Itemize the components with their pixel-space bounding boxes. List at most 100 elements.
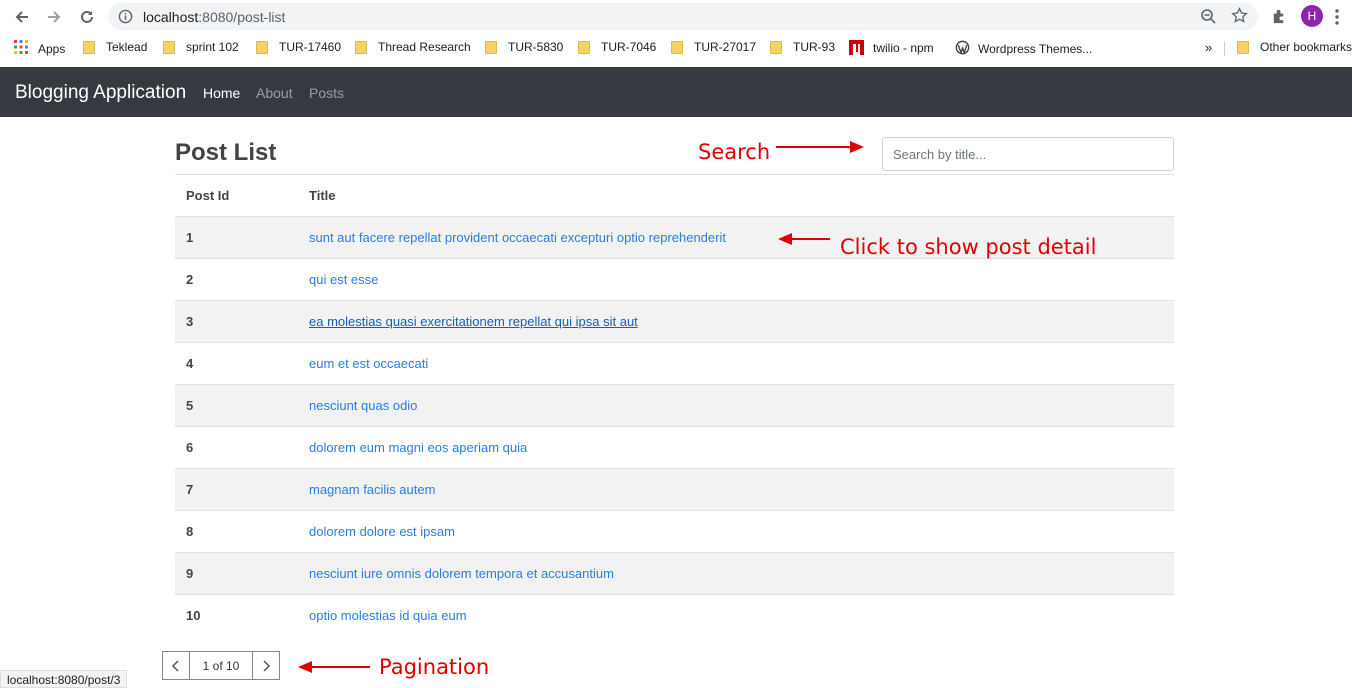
profile-avatar[interactable]: H bbox=[1301, 5, 1323, 27]
post-title-cell: eum et est occaecati bbox=[298, 341, 1174, 384]
post-title-link[interactable]: eum et est occaecati bbox=[309, 356, 428, 371]
bookmark-thread-research[interactable]: Thread Research bbox=[355, 40, 471, 54]
post-title-link[interactable]: magnam facilis autem bbox=[309, 482, 435, 497]
post-title-link[interactable]: qui est esse bbox=[309, 272, 378, 287]
post-id: 2 bbox=[175, 257, 298, 300]
post-id: 6 bbox=[175, 425, 298, 468]
bookmark-tur-27017[interactable]: TUR-27017 bbox=[671, 40, 756, 54]
folder-icon bbox=[83, 40, 95, 54]
table-row: 2 qui est esse bbox=[175, 257, 1174, 300]
bookmark-other[interactable]: Other bookmarks bbox=[1237, 40, 1352, 54]
annotation-arrow-left bbox=[298, 661, 370, 673]
post-id: 1 bbox=[175, 215, 298, 258]
bookmark-tur-7046[interactable]: TUR-7046 bbox=[578, 40, 656, 54]
page-title: Post List bbox=[175, 139, 277, 166]
column-header-id: Post Id bbox=[175, 175, 298, 217]
search-input[interactable] bbox=[882, 137, 1174, 171]
post-title-cell: nesciunt quas odio bbox=[298, 383, 1174, 426]
bookmark-sprint[interactable]: sprint 102 bbox=[163, 40, 239, 54]
divider bbox=[1224, 42, 1225, 56]
post-title-link[interactable]: ea molestias quasi exercitationem repell… bbox=[309, 314, 638, 329]
post-id: 3 bbox=[175, 299, 298, 342]
bookmark-twilio[interactable]: twilio - npm bbox=[849, 40, 934, 55]
post-title-link[interactable]: dolorem eum magni eos aperiam quia bbox=[309, 440, 527, 455]
table-row: 7 magnam facilis autem bbox=[175, 467, 1174, 510]
wordpress-icon bbox=[955, 40, 970, 58]
address-bar[interactable]: localhost:8080/post-list bbox=[108, 3, 1258, 30]
annotation-detail: Click to show post detail bbox=[840, 235, 1097, 259]
table-row: 3 ea molestias quasi exercitationem repel… bbox=[175, 299, 1174, 342]
table-row: 10 optio molestias id quia eum bbox=[175, 593, 1174, 636]
post-title-cell: nesciunt iure omnis dolorem tempora et a… bbox=[298, 551, 1174, 594]
navbar-brand[interactable]: Blogging Application bbox=[15, 82, 186, 104]
status-bar-url: localhost:8080/post/3 bbox=[0, 670, 128, 688]
folder-icon bbox=[256, 40, 268, 54]
bookmark-tur-5830[interactable]: TUR-5830 bbox=[485, 40, 563, 54]
column-header-title: Title bbox=[298, 175, 1174, 217]
table-row: 9 nesciunt iure omnis dolorem tempora et … bbox=[175, 551, 1174, 594]
browser-toolbar: localhost:8080/post-list H bbox=[0, 0, 1352, 34]
pagination: 1 of 10 bbox=[162, 651, 280, 680]
post-title-cell: dolorem dolore est ipsam bbox=[298, 509, 1174, 552]
post-id: 9 bbox=[175, 551, 298, 594]
nav-posts[interactable]: Posts bbox=[309, 85, 344, 101]
zoom-icon[interactable] bbox=[1200, 8, 1216, 29]
annotation-search: Search bbox=[698, 140, 771, 164]
post-title-cell: qui est esse bbox=[298, 257, 1174, 300]
back-icon[interactable] bbox=[10, 5, 34, 29]
previous-page-button[interactable] bbox=[162, 651, 190, 680]
post-title-cell: ea molestias quasi exercitationem repell… bbox=[298, 299, 1174, 342]
info-icon[interactable] bbox=[118, 9, 133, 29]
post-id: 10 bbox=[175, 593, 298, 636]
app-navbar: Blogging Application Home About Posts bbox=[0, 67, 1352, 117]
table-header-row: Post Id Title bbox=[175, 175, 1174, 217]
next-page-button[interactable] bbox=[252, 651, 280, 680]
post-title-link[interactable]: nesciunt quas odio bbox=[309, 398, 417, 413]
extensions-icon[interactable] bbox=[1271, 8, 1288, 30]
post-title-cell: optio molestias id quia eum bbox=[298, 593, 1174, 636]
apps-grid-icon bbox=[14, 40, 28, 57]
bookmark-teklead[interactable]: Teklead bbox=[83, 40, 147, 54]
table-row: 4 eum et est occaecati bbox=[175, 341, 1174, 384]
forward-icon[interactable] bbox=[42, 5, 66, 29]
bookmark-tur-17460[interactable]: TUR-17460 bbox=[256, 40, 341, 54]
post-title-cell: dolorem eum magni eos aperiam quia bbox=[298, 425, 1174, 468]
annotation-arrow-left bbox=[778, 233, 830, 245]
post-id: 8 bbox=[175, 509, 298, 552]
post-title-link[interactable]: dolorem dolore est ipsam bbox=[309, 524, 455, 539]
chevron-left-icon bbox=[171, 659, 179, 672]
post-title-link[interactable]: nesciunt iure omnis dolorem tempora et a… bbox=[309, 566, 614, 581]
folder-icon bbox=[485, 40, 497, 54]
bookmark-tur-93[interactable]: TUR-93 bbox=[770, 40, 835, 54]
annotation-pagination: Pagination bbox=[379, 655, 490, 679]
folder-icon bbox=[671, 40, 683, 54]
post-id: 7 bbox=[175, 467, 298, 510]
table-row: 5 nesciunt quas odio bbox=[175, 383, 1174, 426]
folder-icon bbox=[163, 40, 175, 54]
post-id: 4 bbox=[175, 341, 298, 384]
reload-icon[interactable] bbox=[75, 5, 99, 29]
table-row: 8 dolorem dolore est ipsam bbox=[175, 509, 1174, 552]
url-text: localhost:8080/post-list bbox=[143, 9, 286, 25]
post-id: 5 bbox=[175, 383, 298, 426]
nav-about[interactable]: About bbox=[256, 85, 293, 101]
bookmark-wordpress[interactable]: Wordpress Themes... bbox=[955, 40, 1092, 58]
chevron-right-icon bbox=[263, 659, 271, 672]
folder-icon bbox=[578, 40, 590, 54]
bookmarks-bar: Apps Teklead sprint 102 TUR-17460 Thread… bbox=[0, 34, 1352, 62]
menu-icon[interactable] bbox=[1334, 8, 1340, 31]
post-title-link[interactable]: sunt aut facere repellat provident occae… bbox=[309, 230, 726, 245]
table-row: 6 dolorem eum magni eos aperiam quia bbox=[175, 425, 1174, 468]
post-title-cell: magnam facilis autem bbox=[298, 467, 1174, 510]
folder-icon bbox=[1237, 40, 1249, 54]
bookmark-apps[interactable]: Apps bbox=[14, 40, 65, 57]
annotation-arrow-right bbox=[776, 141, 864, 153]
nav-home[interactable]: Home bbox=[203, 85, 240, 101]
npm-icon bbox=[849, 40, 864, 55]
post-title-link[interactable]: optio molestias id quia eum bbox=[309, 608, 467, 623]
folder-icon bbox=[770, 40, 782, 54]
page-indicator: 1 of 10 bbox=[190, 651, 252, 680]
bookmarks-overflow[interactable]: » bbox=[1205, 40, 1212, 55]
star-icon[interactable] bbox=[1231, 7, 1248, 29]
folder-icon bbox=[355, 40, 367, 54]
